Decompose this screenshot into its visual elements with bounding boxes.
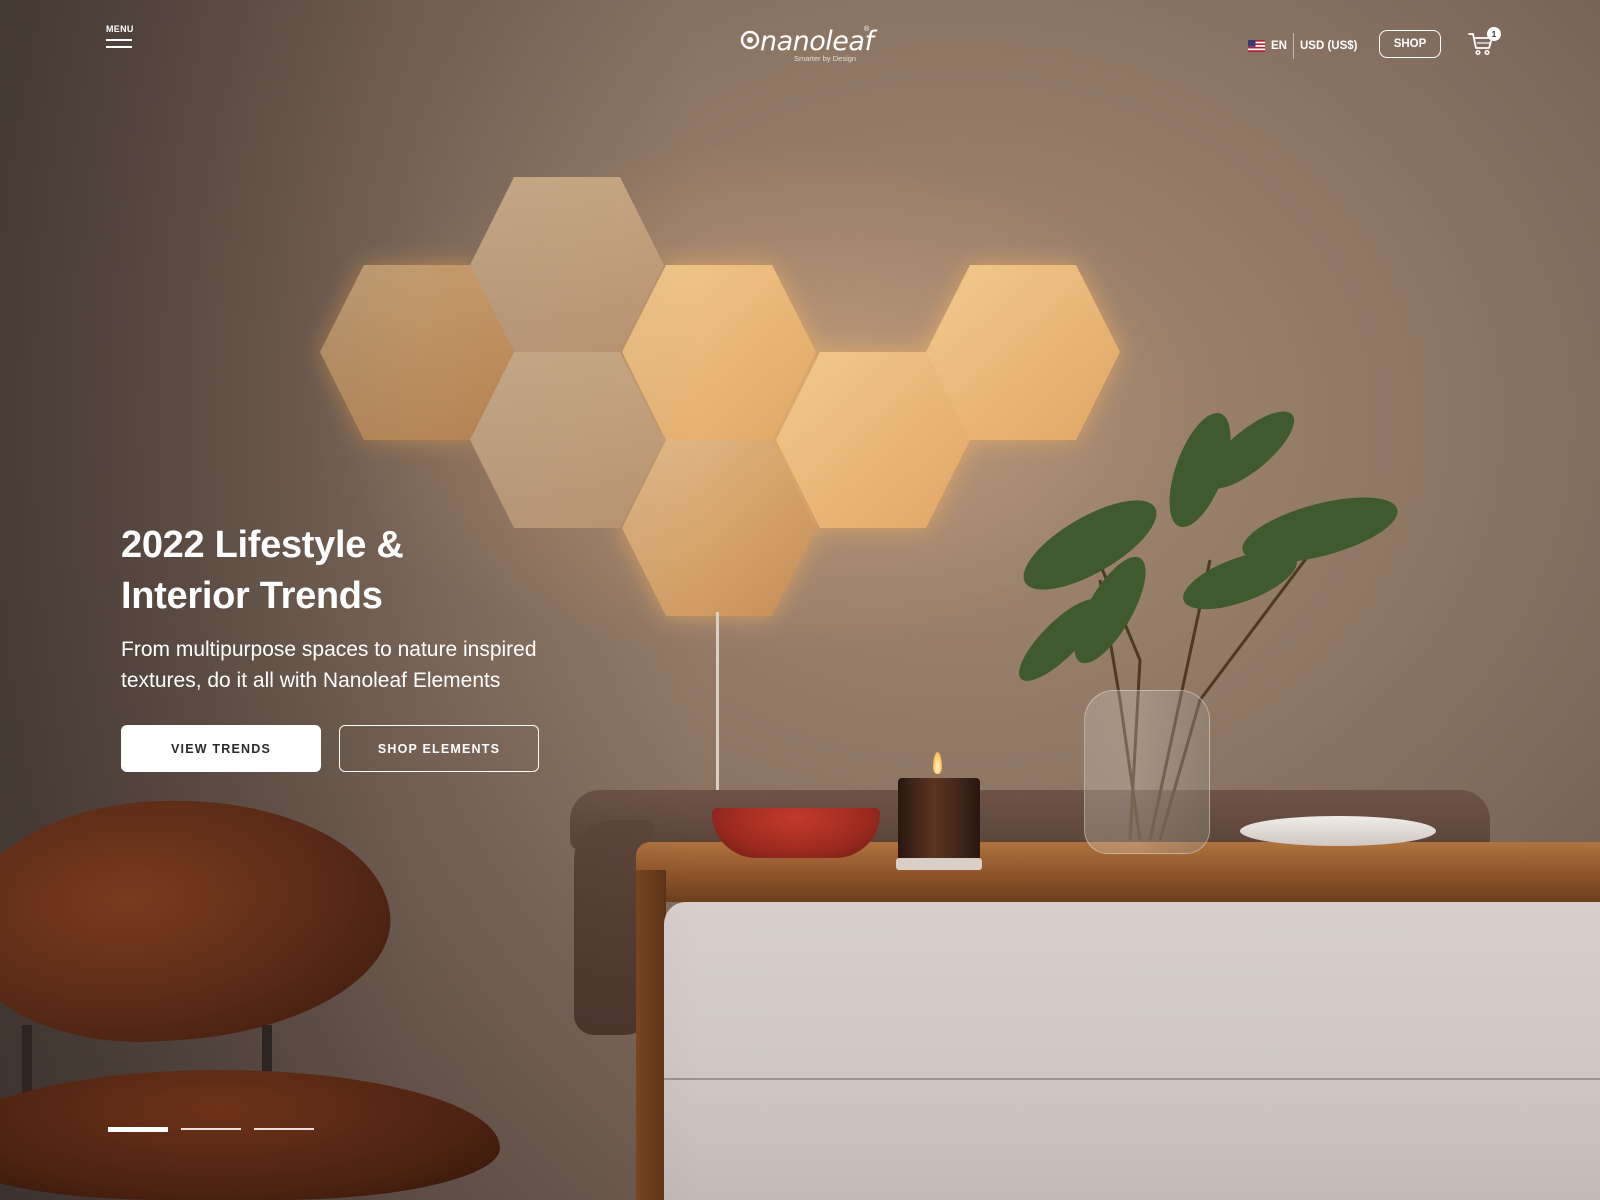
logo-tagline: Smarter by Design [794,54,857,63]
menu-label: MENU [106,24,134,34]
nanoleaf-logo-icon [740,30,760,50]
hero-title: 2022 Lifestyle & Interior Trends [121,520,581,622]
hamburger-icon [106,46,132,48]
carousel-dot[interactable] [181,1128,241,1130]
hero-subtitle: From multipurpose spaces to nature inspi… [121,634,601,696]
white-plate [1240,816,1436,846]
shop-elements-button[interactable]: SHOP ELEMENTS [339,725,539,772]
cart-button[interactable]: 1 [1468,27,1502,60]
us-flag-icon [1248,40,1265,52]
hamburger-icon [106,39,132,41]
hero-subtitle-line: textures, do it all with Nanoleaf Elemen… [121,669,501,692]
view-trends-button[interactable]: VIEW TRENDS [121,725,321,772]
nanoleaf-logo[interactable]: nanoleaf ® Smarter by Design [740,26,874,66]
menu-button[interactable]: MENU [106,24,136,56]
hero-title-line: 2022 Lifestyle & [121,524,404,566]
hero-title-line: Interior Trends [121,575,383,617]
hero-banner: MENU nanoleaf ® Smarter by Design EN USD… [0,0,1600,1200]
locale-selector[interactable]: EN USD (US$) [1248,33,1358,59]
language-code: EN [1271,40,1287,52]
glass-vase [1084,690,1210,854]
site-header: MENU nanoleaf ® Smarter by Design EN USD… [0,0,1600,90]
locale-divider [1292,33,1294,59]
currency-label: USD (US$) [1299,40,1358,52]
hero-subtitle-line: From multipurpose spaces to nature inspi… [121,638,537,661]
carousel-dot[interactable] [108,1127,168,1132]
carousel-indicators [108,1127,314,1132]
logo-registered-mark: ® [864,26,870,33]
shop-button[interactable]: SHOP [1379,30,1441,58]
carousel-dot[interactable] [254,1128,314,1130]
logo-wordmark: nanoleaf [760,26,874,57]
cart-count-badge: 1 [1487,27,1501,41]
